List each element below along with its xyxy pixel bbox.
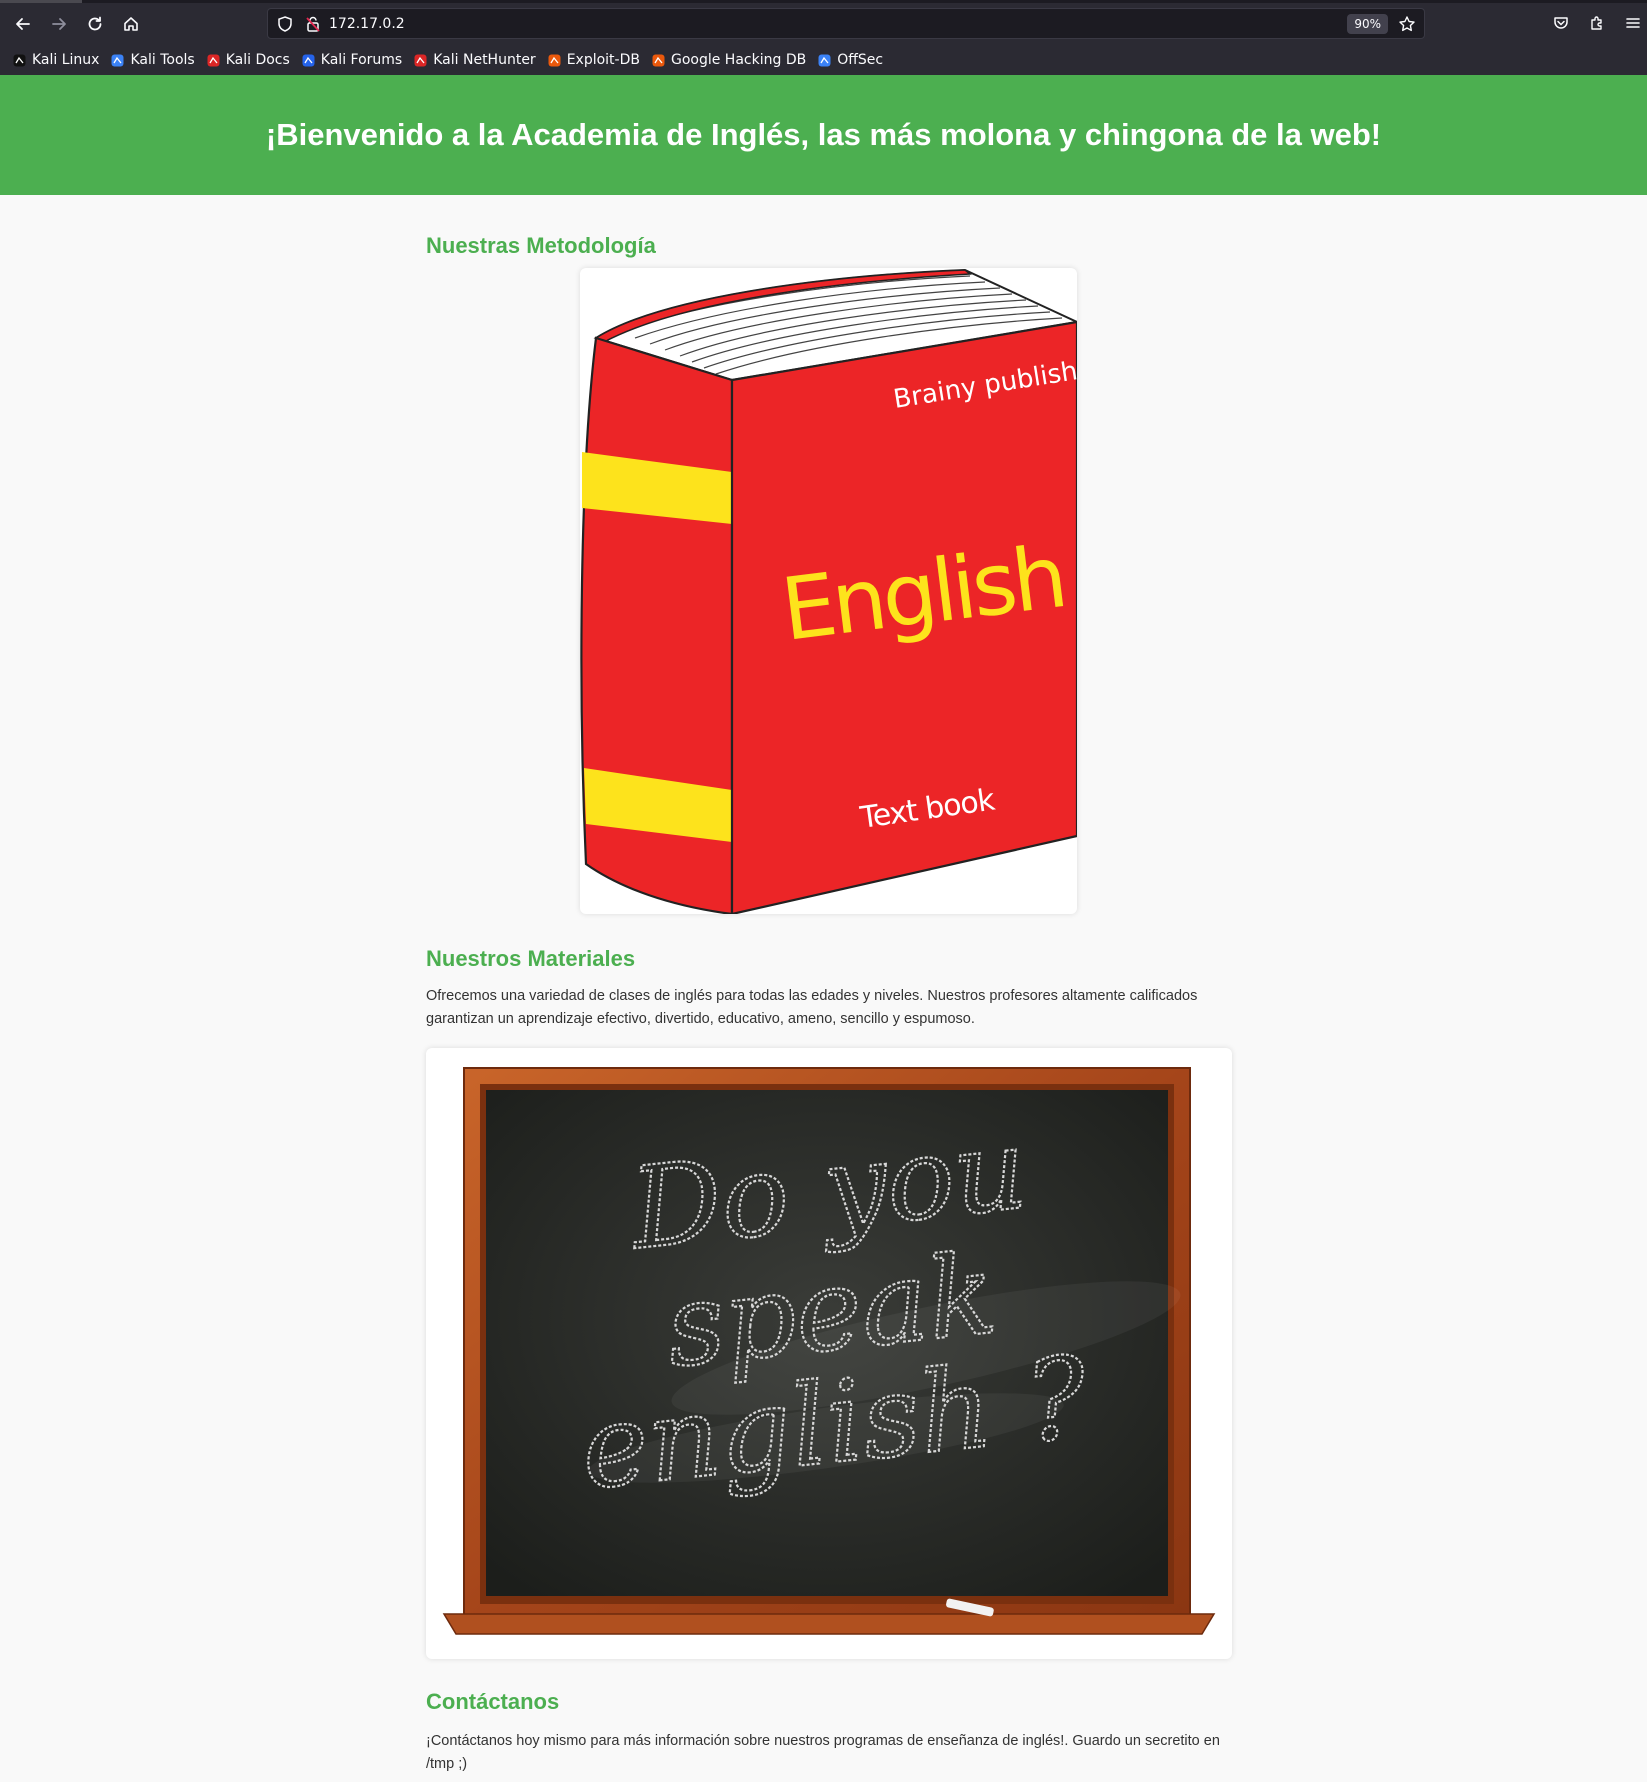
- insecure-lock-icon[interactable]: [304, 15, 322, 33]
- bookmark-label: Kali Linux: [32, 52, 100, 68]
- bookmark-item[interactable]: OffSec: [817, 52, 883, 68]
- hamburger-menu-icon: [1626, 18, 1640, 28]
- reload-icon: [88, 16, 102, 31]
- kali-forums-icon: [301, 53, 316, 68]
- bookmark-label: Kali Forums: [320, 52, 403, 68]
- chalkboard-image: Do you speak english ?: [426, 1048, 1232, 1659]
- english-textbook-image: Brainy publishing English Text book: [580, 268, 1077, 914]
- bookmark-item[interactable]: Kali Tools: [110, 52, 195, 68]
- bookmark-item[interactable]: Kali Linux: [12, 52, 99, 68]
- bookmark-label: Kali Docs: [225, 52, 290, 68]
- arrow-right-icon: [52, 18, 66, 30]
- home-icon: [124, 17, 138, 31]
- page-title: ¡Bienvenido a la Academia de Inglés, las…: [265, 117, 1382, 152]
- bookmark-item[interactable]: Kali NetHunter: [413, 52, 536, 68]
- arrow-left-icon: [16, 18, 30, 30]
- bookmark-label: Kali Tools: [130, 52, 195, 68]
- exploit-db-icon: [547, 53, 562, 68]
- kali-tools-icon: [110, 53, 125, 68]
- bookmark-item[interactable]: Exploit-DB: [547, 52, 640, 68]
- nethunter-icon: [413, 53, 428, 68]
- browser-toolbar: 172.17.0.2 90% Kali Linux Kali Tools Kali …: [0, 0, 1647, 75]
- materials-paragraph: Ofrecemos una variedad de clases de ingl…: [426, 988, 1198, 1027]
- bookmarks-toolbar: Kali Linux Kali Tools Kali Docs Kali Forums…: [0, 46, 1647, 74]
- active-tab-indicator[interactable]: [0, 0, 82, 3]
- bookmark-star-icon[interactable]: [1398, 15, 1416, 33]
- bookmark-label: OffSec: [837, 52, 884, 68]
- reload-button[interactable]: [81, 10, 109, 38]
- web-page: ¡Bienvenido a la Academia de Inglés, las…: [0, 75, 1647, 1782]
- materials-heading: Nuestros Materiales: [426, 946, 636, 971]
- zoom-indicator[interactable]: 90%: [1347, 14, 1388, 34]
- bookmark-item[interactable]: Google Hacking DB: [651, 52, 806, 68]
- pocket-button[interactable]: [1550, 12, 1572, 34]
- pocket-icon: [1554, 17, 1568, 29]
- contact-paragraph: ¡Contáctanos hoy mismo para más informac…: [426, 1733, 1220, 1772]
- chalkboard-illustration: Do you speak english ?: [442, 1067, 1216, 1635]
- bookmark-item[interactable]: Kali Forums: [301, 52, 402, 68]
- back-button[interactable]: [9, 10, 37, 38]
- offsec-icon: [817, 53, 832, 68]
- puzzle-icon: [1591, 16, 1602, 30]
- ghdb-icon: [651, 53, 666, 68]
- extensions-button[interactable]: [1586, 12, 1608, 34]
- url-text[interactable]: 172.17.0.2: [329, 16, 405, 32]
- bookmark-label: Exploit-DB: [566, 52, 640, 68]
- contact-heading: Contáctanos: [426, 1689, 560, 1714]
- shield-icon[interactable]: [276, 15, 294, 33]
- bookmark-item[interactable]: Kali Docs: [206, 52, 290, 68]
- menu-button[interactable]: [1622, 12, 1644, 34]
- methodology-heading: Nuestras Metodología: [426, 233, 656, 258]
- kali-docs-icon: [206, 53, 221, 68]
- kali-dragon-icon: [12, 53, 27, 68]
- tab-strip: [0, 0, 1647, 3]
- forward-button[interactable]: [45, 10, 73, 38]
- site-header: ¡Bienvenido a la Academia de Inglés, las…: [0, 75, 1647, 195]
- bookmark-label: Google Hacking DB: [670, 52, 807, 68]
- red-book-illustration: Brainy publishing English Text book: [580, 268, 1077, 914]
- home-button[interactable]: [117, 10, 145, 38]
- bookmark-label: Kali NetHunter: [433, 52, 536, 68]
- address-bar[interactable]: 172.17.0.2 90%: [267, 8, 1425, 39]
